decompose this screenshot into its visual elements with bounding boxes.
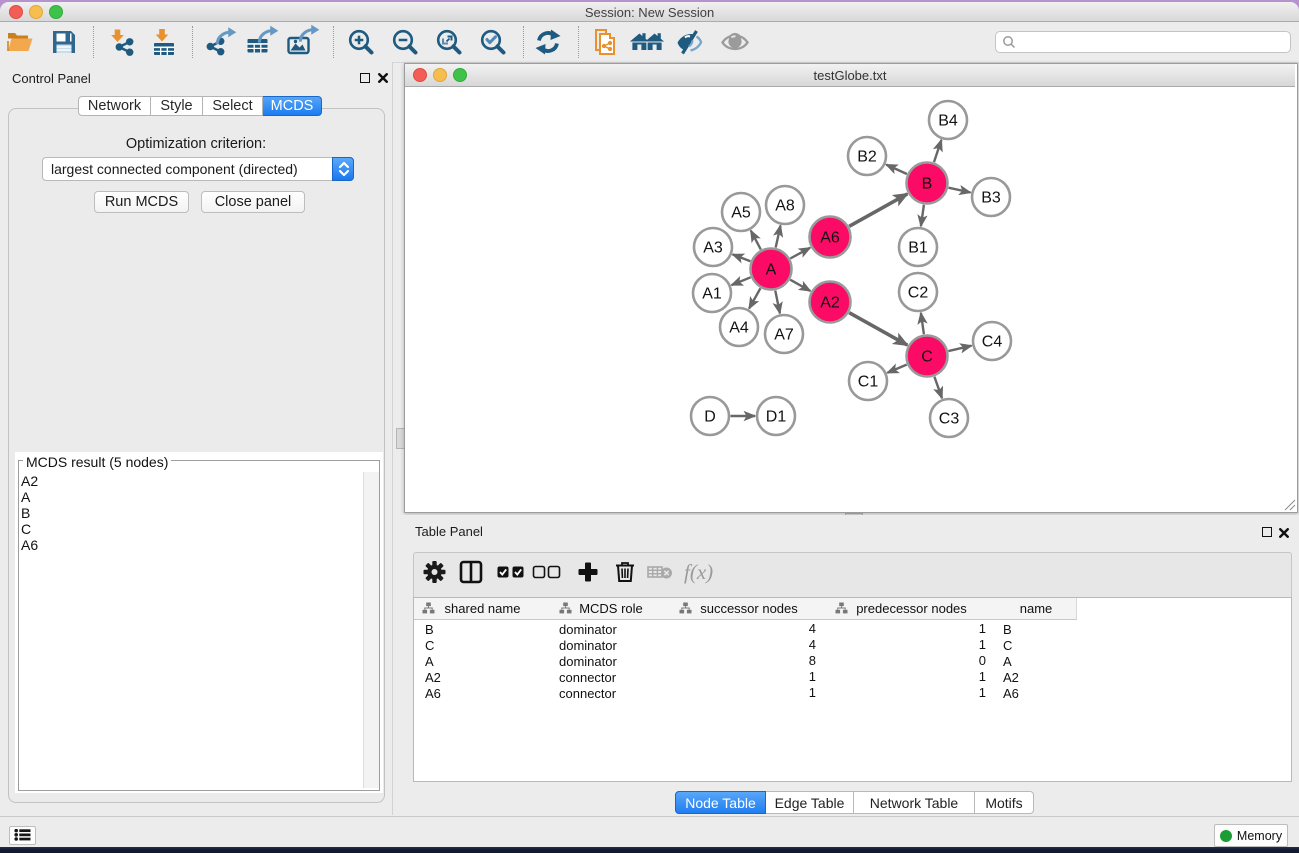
svg-text:D1: D1 [766,409,787,426]
svg-text:A: A [766,262,777,279]
svg-text:C2: C2 [908,285,929,302]
svg-text:B: B [922,176,933,193]
svg-text:B1: B1 [908,240,928,257]
svg-text:D: D [704,409,716,426]
svg-text:A8: A8 [775,198,795,215]
svg-text:B3: B3 [981,190,1001,207]
svg-text:A7: A7 [774,327,794,344]
svg-text:C: C [921,349,933,366]
svg-text:C1: C1 [858,374,879,391]
svg-text:B4: B4 [938,113,958,130]
svg-text:C4: C4 [982,334,1003,351]
svg-text:C3: C3 [939,411,960,428]
svg-text:B2: B2 [857,149,877,166]
svg-text:A6: A6 [820,230,840,247]
svg-text:A4: A4 [729,320,749,337]
svg-text:A5: A5 [731,205,751,222]
svg-text:A2: A2 [820,295,840,312]
svg-text:f(x): f(x) [684,560,713,584]
svg-text:A1: A1 [702,286,722,303]
svg-text:A3: A3 [703,240,723,257]
